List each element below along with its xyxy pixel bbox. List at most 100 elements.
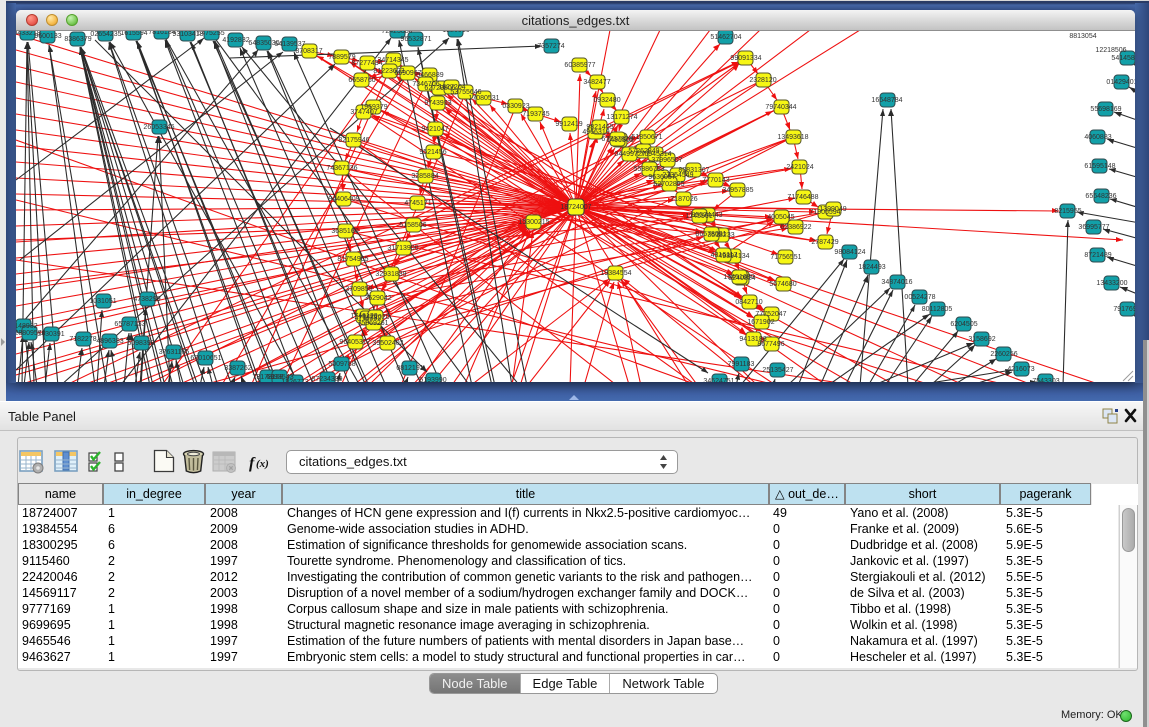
- svg-text:4005045: 4005045: [767, 214, 794, 221]
- svg-text:5466889: 5466889: [416, 72, 443, 79]
- svg-text:4738299: 4738299: [133, 296, 160, 303]
- svg-text:37631165: 37631165: [159, 349, 190, 356]
- svg-text:4060883: 4060883: [1084, 134, 1111, 141]
- svg-text:0932480: 0932480: [593, 97, 620, 104]
- svg-text:15451680: 15451680: [723, 274, 754, 281]
- svg-text:8677496: 8677496: [757, 341, 784, 348]
- svg-text:7770143: 7770143: [702, 177, 729, 184]
- svg-text:3747407: 3747407: [350, 109, 377, 116]
- svg-text:3387262: 3387262: [224, 365, 251, 372]
- svg-text:3529042: 3529042: [364, 295, 391, 302]
- svg-text:3158692: 3158692: [968, 336, 995, 343]
- svg-text:8421020: 8421020: [362, 314, 389, 321]
- svg-text:8215955: 8215955: [1054, 208, 1081, 215]
- svg-text:9521456: 9521456: [419, 149, 446, 156]
- svg-text:54145868: 54145868: [1111, 55, 1135, 62]
- svg-text:2787429: 2787429: [811, 239, 838, 246]
- svg-text:71756551: 71756551: [770, 254, 801, 261]
- svg-text:4745171: 4745171: [404, 200, 431, 207]
- svg-text:51462704: 51462704: [710, 34, 741, 41]
- svg-text:1745961: 1745961: [685, 213, 712, 220]
- svg-text:94406409: 94406409: [328, 196, 359, 203]
- svg-text:75869261: 75869261: [357, 320, 388, 327]
- svg-text:16648784: 16648784: [871, 97, 902, 104]
- svg-text:62386922: 62386922: [780, 224, 811, 231]
- svg-text:3709859: 3709859: [345, 286, 372, 293]
- svg-text:80112805: 80112805: [922, 306, 953, 313]
- svg-text:6658760: 6658760: [348, 77, 375, 84]
- svg-text:96405377: 96405377: [339, 339, 370, 346]
- svg-text:1671902: 1671902: [747, 319, 774, 326]
- svg-text:2260256: 2260256: [990, 351, 1017, 358]
- svg-text:3285884: 3285884: [411, 173, 438, 180]
- svg-text:6193990: 6193990: [419, 377, 446, 382]
- svg-text:65648236: 65648236: [1085, 193, 1116, 200]
- svg-text:74367136: 74367136: [326, 165, 357, 172]
- svg-text:02654235: 02654235: [90, 31, 121, 38]
- svg-text:81754965: 81754965: [337, 256, 368, 263]
- svg-text:(x): (x): [256, 458, 269, 470]
- svg-text:19384554: 19384554: [600, 270, 631, 277]
- svg-text:55698169: 55698169: [1090, 106, 1121, 113]
- svg-text:62702895: 62702895: [653, 181, 684, 188]
- svg-text:34624751: 34624751: [703, 378, 734, 382]
- svg-text:61595148: 61595148: [1084, 163, 1115, 170]
- svg-text:12218506: 12218506: [1095, 47, 1126, 54]
- svg-text:8148932: 8148932: [16, 323, 38, 330]
- svg-text:80831367: 80831367: [678, 167, 709, 174]
- svg-text:2328120: 2328120: [749, 77, 776, 84]
- svg-text:5430391: 5430391: [37, 331, 64, 338]
- svg-text:7543303: 7543303: [1032, 378, 1059, 382]
- svg-text:8708317: 8708317: [295, 48, 322, 55]
- svg-text:7187026: 7187026: [670, 196, 697, 203]
- svg-text:67737826: 67737826: [601, 136, 632, 143]
- svg-text:39502402: 39502402: [372, 340, 403, 347]
- svg-text:0330923: 0330923: [502, 103, 529, 110]
- svg-text:64139537: 64139537: [274, 41, 305, 48]
- svg-text:17080531: 17080531: [468, 95, 499, 102]
- svg-text:9421047: 9421047: [421, 126, 448, 133]
- svg-text:9821465: 9821465: [586, 124, 613, 131]
- svg-text:36995777: 36995777: [1078, 224, 1109, 231]
- svg-text:1615594: 1615594: [120, 31, 147, 37]
- svg-text:60385977: 60385977: [564, 62, 595, 69]
- svg-text:1824493: 1824493: [858, 264, 885, 271]
- svg-text:8813054: 8813054: [1069, 33, 1096, 40]
- svg-text:7182278: 7182278: [69, 336, 96, 343]
- svg-text:32931839: 32931839: [375, 271, 406, 278]
- svg-text:6204505: 6204505: [950, 321, 977, 328]
- svg-text:3685160: 3685160: [331, 228, 358, 235]
- svg-text:f: f: [249, 455, 256, 472]
- svg-text:13171274: 13171274: [606, 114, 637, 121]
- svg-text:7917693: 7917693: [1113, 306, 1135, 313]
- svg-text:13493618: 13493618: [777, 134, 808, 141]
- svg-text:9600133: 9600133: [34, 33, 61, 40]
- svg-text:04499727: 04499727: [614, 151, 645, 158]
- svg-text:9636057: 9636057: [648, 174, 675, 181]
- svg-text:87234309: 87234309: [311, 376, 342, 382]
- svg-text:5158506: 5158506: [399, 222, 426, 229]
- svg-text:37996507: 37996507: [651, 157, 682, 164]
- svg-text:5098393: 5098393: [127, 340, 154, 347]
- svg-text:1031051: 1031051: [89, 298, 116, 305]
- svg-text:1226916: 1226916: [442, 31, 469, 34]
- svg-text:15300215: 15300215: [518, 219, 549, 226]
- svg-text:6475255: 6475255: [197, 31, 224, 37]
- svg-text:71746488: 71746488: [787, 194, 818, 201]
- svg-text:99091334: 99091334: [730, 55, 761, 62]
- svg-text:6998543: 6998543: [266, 374, 293, 381]
- svg-text:5009788: 5009788: [328, 361, 355, 368]
- svg-text:34957885: 34957885: [722, 187, 753, 194]
- svg-text:65787133: 65787133: [114, 321, 145, 328]
- svg-text:96532871: 96532871: [400, 36, 431, 43]
- svg-text:55886753: 55886753: [633, 166, 664, 173]
- svg-text:2421024: 2421024: [786, 164, 813, 171]
- svg-text:8386379: 8386379: [64, 36, 91, 43]
- svg-text:4896383: 4896383: [96, 338, 123, 345]
- svg-text:25135427: 25135427: [762, 367, 793, 374]
- svg-text:7991183: 7991183: [728, 361, 755, 368]
- svg-text:9743953: 9743953: [424, 100, 451, 107]
- svg-text:34874016: 34874016: [881, 279, 912, 286]
- svg-text:0812191: 0812191: [396, 365, 423, 372]
- svg-text:3482477: 3482477: [583, 79, 610, 86]
